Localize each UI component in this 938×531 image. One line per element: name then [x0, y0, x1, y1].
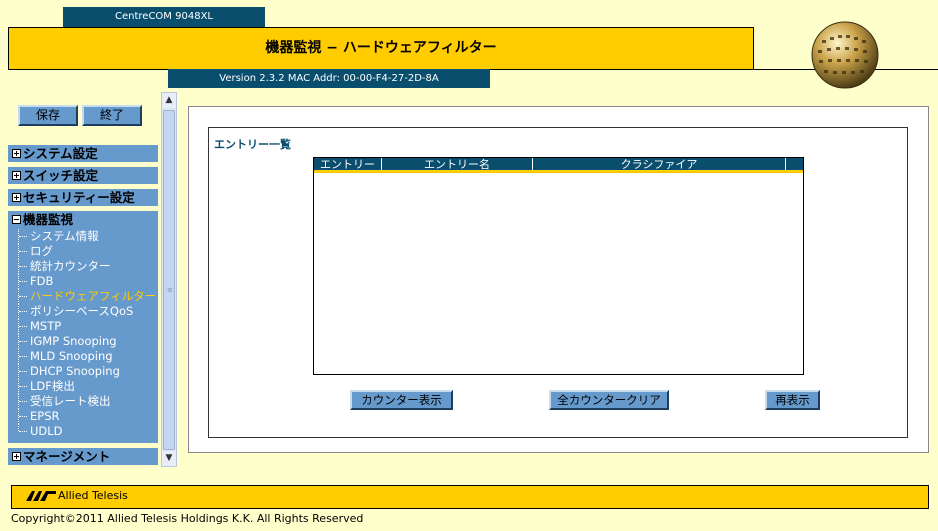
- nav-group-monitor: 機器監視 システム情報 ログ 統計カウンター FDB ハードウェアフィルター ポ…: [8, 211, 158, 443]
- nav-head-system[interactable]: システム設定: [8, 145, 158, 162]
- sidebar-item-mstp[interactable]: MSTP: [18, 319, 158, 334]
- scroll-down-icon[interactable]: ▼: [162, 451, 176, 466]
- footer-logo-text: Allied Telesis: [58, 489, 128, 502]
- column-header-entry: エントリー: [314, 158, 382, 171]
- plus-box-icon: [12, 171, 21, 180]
- plus-box-icon: [12, 452, 21, 461]
- sidebar-item-udld[interactable]: UDLD: [18, 424, 158, 439]
- nav-head-label: マネージメント: [23, 449, 111, 464]
- sidebar-scrollbar[interactable]: ▲ ≡ ▼: [161, 92, 177, 467]
- nav-head-label: セキュリティー設定: [23, 190, 135, 205]
- nav-head-label: システム設定: [23, 146, 98, 161]
- sidebar-item-hardware-filter[interactable]: ハードウェアフィルター: [18, 289, 158, 304]
- sidebar-item-mld-snooping[interactable]: MLD Snooping: [18, 349, 158, 364]
- column-header-entry-name: エントリー名: [382, 158, 533, 171]
- scrollbar-grip-icon: ≡: [167, 286, 173, 294]
- allied-telesis-logo-icon: [26, 490, 56, 501]
- show-counter-button[interactable]: カウンター表示: [350, 390, 453, 410]
- sidebar-item-epsr[interactable]: EPSR: [18, 409, 158, 424]
- sidebar-item-policy-qos[interactable]: ポリシーベースQoS: [18, 304, 158, 319]
- sidebar-item-rx-rate-detection[interactable]: 受信レート検出: [18, 394, 158, 409]
- monitor-item-list: システム情報 ログ 統計カウンター FDB ハードウェアフィルター ポリシーベー…: [8, 228, 158, 443]
- sidebar-item-igmp-snooping[interactable]: IGMP Snooping: [18, 334, 158, 349]
- sidebar-item-dhcp-snooping[interactable]: DHCP Snooping: [18, 364, 158, 379]
- page-title: 機器監視 − ハードウェアフィルター: [8, 27, 754, 70]
- entry-list-panel: エントリー一覧 エントリー エントリー名 クラシファイア カウンター表示 全カウ…: [208, 127, 908, 438]
- minus-box-icon: [12, 215, 21, 224]
- nav-head-monitor[interactable]: 機器監視: [8, 211, 158, 228]
- sidebar-item-log[interactable]: ログ: [18, 244, 158, 259]
- version-info: Version 2.3.2 MAC Addr: 00-00-F4-27-2D-8…: [168, 69, 490, 88]
- nav-group-management: マネージメント: [8, 448, 158, 465]
- plus-box-icon: [12, 149, 21, 158]
- sidebar-item-fdb[interactable]: FDB: [18, 274, 158, 289]
- save-button[interactable]: 保存: [18, 105, 78, 126]
- column-header-classifier: クラシファイア: [533, 158, 786, 171]
- section-title: エントリー一覧: [214, 138, 291, 151]
- nav-head-switch[interactable]: スイッチ設定: [8, 167, 158, 184]
- exit-button[interactable]: 終了: [82, 105, 142, 126]
- scrollbar-thumb[interactable]: ≡: [163, 110, 175, 450]
- nav-group-security: セキュリティー設定: [8, 189, 158, 206]
- main-panel: エントリー一覧 エントリー エントリー名 クラシファイア カウンター表示 全カウ…: [188, 106, 929, 453]
- nav-head-security[interactable]: セキュリティー設定: [8, 189, 158, 206]
- nav-head-label: スイッチ設定: [23, 168, 99, 183]
- sidebar-item-system-info[interactable]: システム情報: [18, 229, 158, 244]
- clear-all-counters-button[interactable]: 全カウンタークリア: [549, 390, 669, 410]
- sidebar-nav: システム設定 スイッチ設定 セキュリティー設定 機器監視 システム情報 ログ 統…: [8, 145, 158, 470]
- refresh-button[interactable]: 再表示: [765, 390, 820, 410]
- product-name-tab: CentreCOM 9048XL: [63, 7, 265, 27]
- column-header-extra: [786, 158, 803, 170]
- copyright-text: Copyright©2011 Allied Telesis Holdings K…: [11, 512, 364, 525]
- entries-table: エントリー エントリー名 クラシファイア: [313, 157, 804, 375]
- nav-head-management[interactable]: マネージメント: [8, 448, 158, 465]
- allied-telesis-logo: Allied Telesis: [26, 489, 128, 502]
- table-header: エントリー エントリー名 クラシファイア: [314, 158, 803, 173]
- footer-bar: Allied Telesis: [11, 485, 929, 509]
- sidebar-item-ldf-detection[interactable]: LDF検出: [18, 379, 158, 394]
- sidebar-item-statistics-counter[interactable]: 統計カウンター: [18, 259, 158, 274]
- table-body: [314, 173, 803, 372]
- nav-group-switch: スイッチ設定: [8, 167, 158, 184]
- scroll-up-icon[interactable]: ▲: [162, 93, 176, 108]
- globe-logo-icon: [811, 21, 879, 89]
- nav-group-system: システム設定: [8, 145, 158, 162]
- nav-head-label: 機器監視: [23, 212, 74, 227]
- plus-box-icon: [12, 193, 21, 202]
